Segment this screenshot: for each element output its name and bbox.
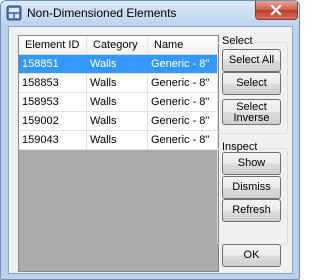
- cell-category: Walls: [87, 112, 148, 130]
- close-button[interactable]: [255, 1, 298, 20]
- cell-category: Walls: [87, 93, 148, 111]
- select-none-button[interactable]: Select None: [222, 72, 281, 110]
- cell-element-id: 159043: [19, 131, 87, 149]
- list-row[interactable]: 159043 Walls Generic - 8": [19, 131, 218, 150]
- column-header-category[interactable]: Category: [87, 36, 148, 54]
- select-inverse-button[interactable]: Select Inverse: [222, 99, 281, 125]
- list-row[interactable]: 158851 Walls Generic - 8": [19, 55, 218, 74]
- window-title: Non-Dimensioned Elements: [27, 6, 177, 20]
- title-bar[interactable]: Non-Dimensioned Elements: [1, 1, 299, 25]
- cell-name: Generic - 8": [148, 93, 218, 111]
- column-header-name[interactable]: Name: [148, 36, 218, 54]
- show-button[interactable]: Show: [222, 152, 281, 175]
- list-header: Element ID Category Name: [19, 36, 218, 55]
- select-inverse-label-line2: Inverse: [233, 111, 270, 124]
- cell-element-id: 158853: [19, 74, 87, 92]
- dialog-window: Non-Dimensioned Elements Element ID Cate…: [0, 0, 300, 280]
- list-row[interactable]: 158953 Walls Generic - 8": [19, 93, 218, 112]
- select-group-label: Select: [220, 35, 255, 47]
- list-row[interactable]: 158853 Walls Generic - 8": [19, 74, 218, 93]
- cell-element-id: 158953: [19, 93, 87, 111]
- cell-name: Generic - 8": [148, 74, 218, 92]
- cell-element-id: 159002: [19, 112, 87, 130]
- elements-list[interactable]: Element ID Category Name 158851 Walls Gene…: [18, 35, 219, 272]
- close-icon: [270, 5, 282, 15]
- select-all-button[interactable]: Select All: [222, 49, 281, 72]
- list-row[interactable]: 159002 Walls Generic - 8": [19, 112, 218, 131]
- cell-name: Generic - 8": [148, 55, 218, 73]
- cell-name: Generic - 8": [148, 131, 218, 149]
- cell-name: Generic - 8": [148, 112, 218, 130]
- revit-app-icon: [6, 5, 22, 21]
- ok-button[interactable]: OK: [222, 244, 281, 267]
- cell-element-id: 158851: [19, 55, 87, 73]
- column-header-element-id[interactable]: Element ID: [19, 36, 87, 54]
- dialog-client-area: Element ID Category Name 158851 Walls Gene…: [8, 26, 293, 274]
- cell-category: Walls: [87, 74, 148, 92]
- refresh-button[interactable]: Refresh: [222, 199, 281, 222]
- dismiss-button[interactable]: Dismiss: [222, 176, 281, 199]
- cell-category: Walls: [87, 55, 148, 73]
- cell-category: Walls: [87, 131, 148, 149]
